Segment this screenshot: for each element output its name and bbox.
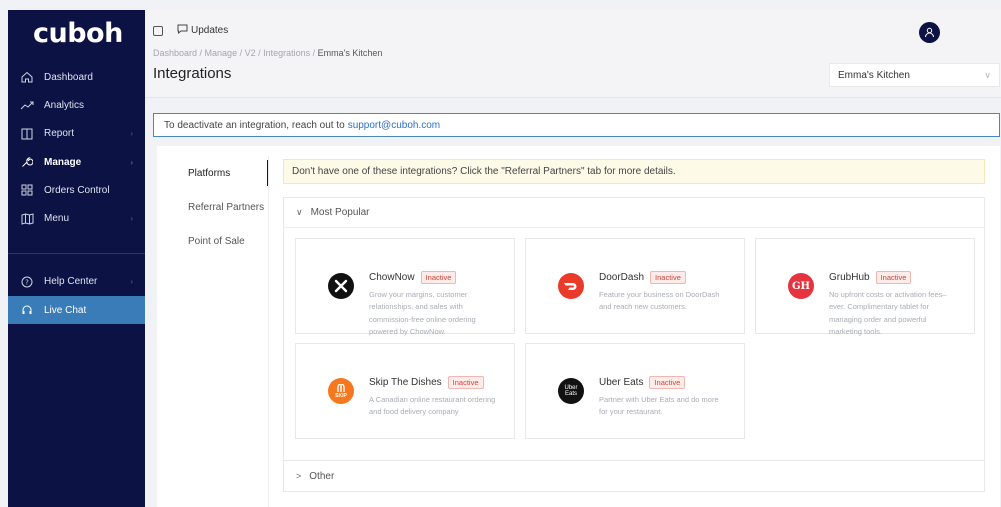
sidebar-item-dashboard[interactable]: Dashboard <box>8 63 145 91</box>
tab-referral-partners[interactable]: Referral Partners <box>157 190 269 224</box>
group-label: Most Popular <box>310 207 370 218</box>
integration-name: Skip The Dishes <box>369 377 442 388</box>
sidebar-item-manage[interactable]: Manage › <box>8 148 145 176</box>
location-select[interactable]: Emma's Kitchen ∨ <box>829 63 1000 87</box>
status-badge: Inactive <box>650 271 686 284</box>
top-header: Updates Dashboard / Manage / V2 / Integr… <box>145 10 1001 98</box>
report-icon <box>20 127 34 141</box>
skip-logo-icon: SKIP <box>328 378 354 404</box>
support-email-link[interactable]: support@cuboh.com <box>348 120 440 131</box>
breadcrumb-item[interactable]: Integrations <box>263 48 310 58</box>
integration-card-doordash[interactable]: DoorDash Inactive Feature your business … <box>525 238 745 334</box>
integration-name-row: ChowNow Inactive <box>369 271 457 284</box>
grubhub-logo-icon: GH <box>788 273 814 299</box>
sidebar: cuboh Dashboard Analytics Report › Manag <box>8 10 145 507</box>
sidebar-item-analytics[interactable]: Analytics <box>8 91 145 119</box>
sidebar-item-help-center[interactable]: ? Help Center › <box>8 268 145 296</box>
status-badge: Inactive <box>420 271 457 284</box>
chevron-right-icon: > <box>296 471 302 481</box>
map-icon <box>20 212 34 226</box>
avatar[interactable] <box>919 22 940 43</box>
wrench-icon <box>20 155 34 169</box>
updates-link[interactable]: Updates <box>153 24 228 37</box>
group-label: Other <box>309 470 335 482</box>
sidebar-item-orders-control[interactable]: Orders Control <box>8 176 145 204</box>
tab-point-of-sale[interactable]: Point of Sale <box>157 224 269 258</box>
doordash-logo-icon <box>558 273 584 299</box>
integration-name: GrubHub <box>829 272 870 283</box>
sidebar-nav: Dashboard Analytics Report › Manage › Or… <box>8 63 145 325</box>
breadcrumb: Dashboard / Manage / V2 / Integrations /… <box>153 48 383 58</box>
status-badge: Inactive <box>875 271 912 284</box>
integration-card-chownow[interactable]: ChowNow Inactive Grow your margins, cust… <box>295 238 515 336</box>
integration-name: Uber Eats <box>599 377 644 388</box>
breadcrumb-item[interactable]: Manage <box>205 48 238 58</box>
integration-name-row: Uber Eats Inactive <box>599 376 686 389</box>
sidebar-item-label: Report <box>44 128 75 140</box>
integration-card-grubhub[interactable]: GH GrubHub Inactive No upfront costs or … <box>755 238 975 336</box>
chevron-right-icon: › <box>130 157 133 167</box>
most-popular-header[interactable]: ∨ Most Popular <box>284 198 984 228</box>
headset-icon <box>20 303 34 317</box>
message-icon <box>177 24 188 37</box>
updates-label: Updates <box>191 25 229 36</box>
integration-card-skip-the-dishes[interactable]: SKIP Skip The Dishes Inactive A Canadian… <box>295 343 515 439</box>
integrations-panel: Platforms Referral Partners Point of Sal… <box>157 146 1000 507</box>
integration-name-row: GrubHub Inactive <box>829 271 912 284</box>
status-badge: Inactive <box>447 376 484 389</box>
sidebar-item-label: Orders Control <box>44 184 110 196</box>
chevron-right-icon: › <box>130 129 133 139</box>
sidebar-item-label: Manage <box>44 156 82 168</box>
sidebar-item-label: Live Chat <box>44 304 87 316</box>
sidebar-item-live-chat[interactable]: Live Chat <box>8 296 145 325</box>
ubereats-logo-icon: Uber Eats <box>558 378 584 404</box>
referral-notice: Don't have one of these integrations? Cl… <box>283 159 985 184</box>
breadcrumb-item[interactable]: Dashboard <box>153 48 197 58</box>
location-select-value: Emma's Kitchen <box>838 69 910 81</box>
integration-tabs: Platforms Referral Partners Point of Sal… <box>157 156 269 258</box>
chevron-right-icon: › <box>130 214 133 224</box>
sidebar-toggle-icon[interactable] <box>153 25 163 36</box>
most-popular-group: ∨ Most Popular ChowNow Inactive Grow you… <box>283 197 985 492</box>
sidebar-item-label: Help Center <box>44 276 98 288</box>
sidebar-item-label: Menu <box>44 213 70 225</box>
integration-name-row: Skip The Dishes Inactive <box>369 376 484 389</box>
sidebar-item-menu[interactable]: Menu › <box>8 204 145 232</box>
deactivate-notice: To deactivate an integration, reach out … <box>153 113 1000 137</box>
tab-platforms[interactable]: Platforms <box>157 156 269 190</box>
svg-text:?: ? <box>25 278 29 286</box>
chevron-down-icon: ∨ <box>296 207 303 217</box>
integration-name-row: DoorDash Inactive <box>599 271 686 284</box>
chevron-down-icon: ∨ <box>984 70 991 80</box>
tabs-divider <box>268 156 269 507</box>
sidebar-divider <box>8 252 145 254</box>
integration-name: ChowNow <box>369 272 415 283</box>
integration-description: Partner with Uber Eats and do more for y… <box>599 395 719 417</box>
breadcrumb-current: Emma's Kitchen <box>317 48 383 58</box>
chevron-right-icon: › <box>130 277 133 287</box>
integration-card-uber-eats[interactable]: Uber Eats Uber Eats Inactive Partner wit… <box>525 343 745 439</box>
trend-icon <box>20 98 34 112</box>
skip-logo-text: SKIP <box>335 392 347 399</box>
sidebar-item-label: Analytics <box>44 99 85 111</box>
status-badge: Inactive <box>649 376 686 389</box>
integration-name: DoorDash <box>599 272 645 283</box>
grid-icon <box>20 183 34 197</box>
home-icon <box>20 70 34 84</box>
help-icon: ? <box>20 275 34 289</box>
sidebar-item-label: Dashboard <box>44 71 93 83</box>
chownow-logo-icon <box>328 273 354 299</box>
sidebar-item-report[interactable]: Report › <box>8 120 145 148</box>
other-group-header[interactable]: > Other <box>284 460 984 491</box>
integration-description: No upfront costs or activation fees–ever… <box>829 290 947 336</box>
app-logo[interactable]: cuboh <box>33 18 123 49</box>
breadcrumb-item[interactable]: V2 <box>245 48 256 58</box>
notice-text: To deactivate an integration, reach out … <box>164 119 345 131</box>
page-title: Integrations <box>153 65 232 82</box>
integration-description: Feature your business on DoorDash and re… <box>599 290 720 312</box>
integration-description: Grow your margins, customer relationship… <box>369 290 476 336</box>
integration-description: A Canadian online restaurant ordering an… <box>369 395 496 417</box>
user-icon <box>925 27 934 38</box>
